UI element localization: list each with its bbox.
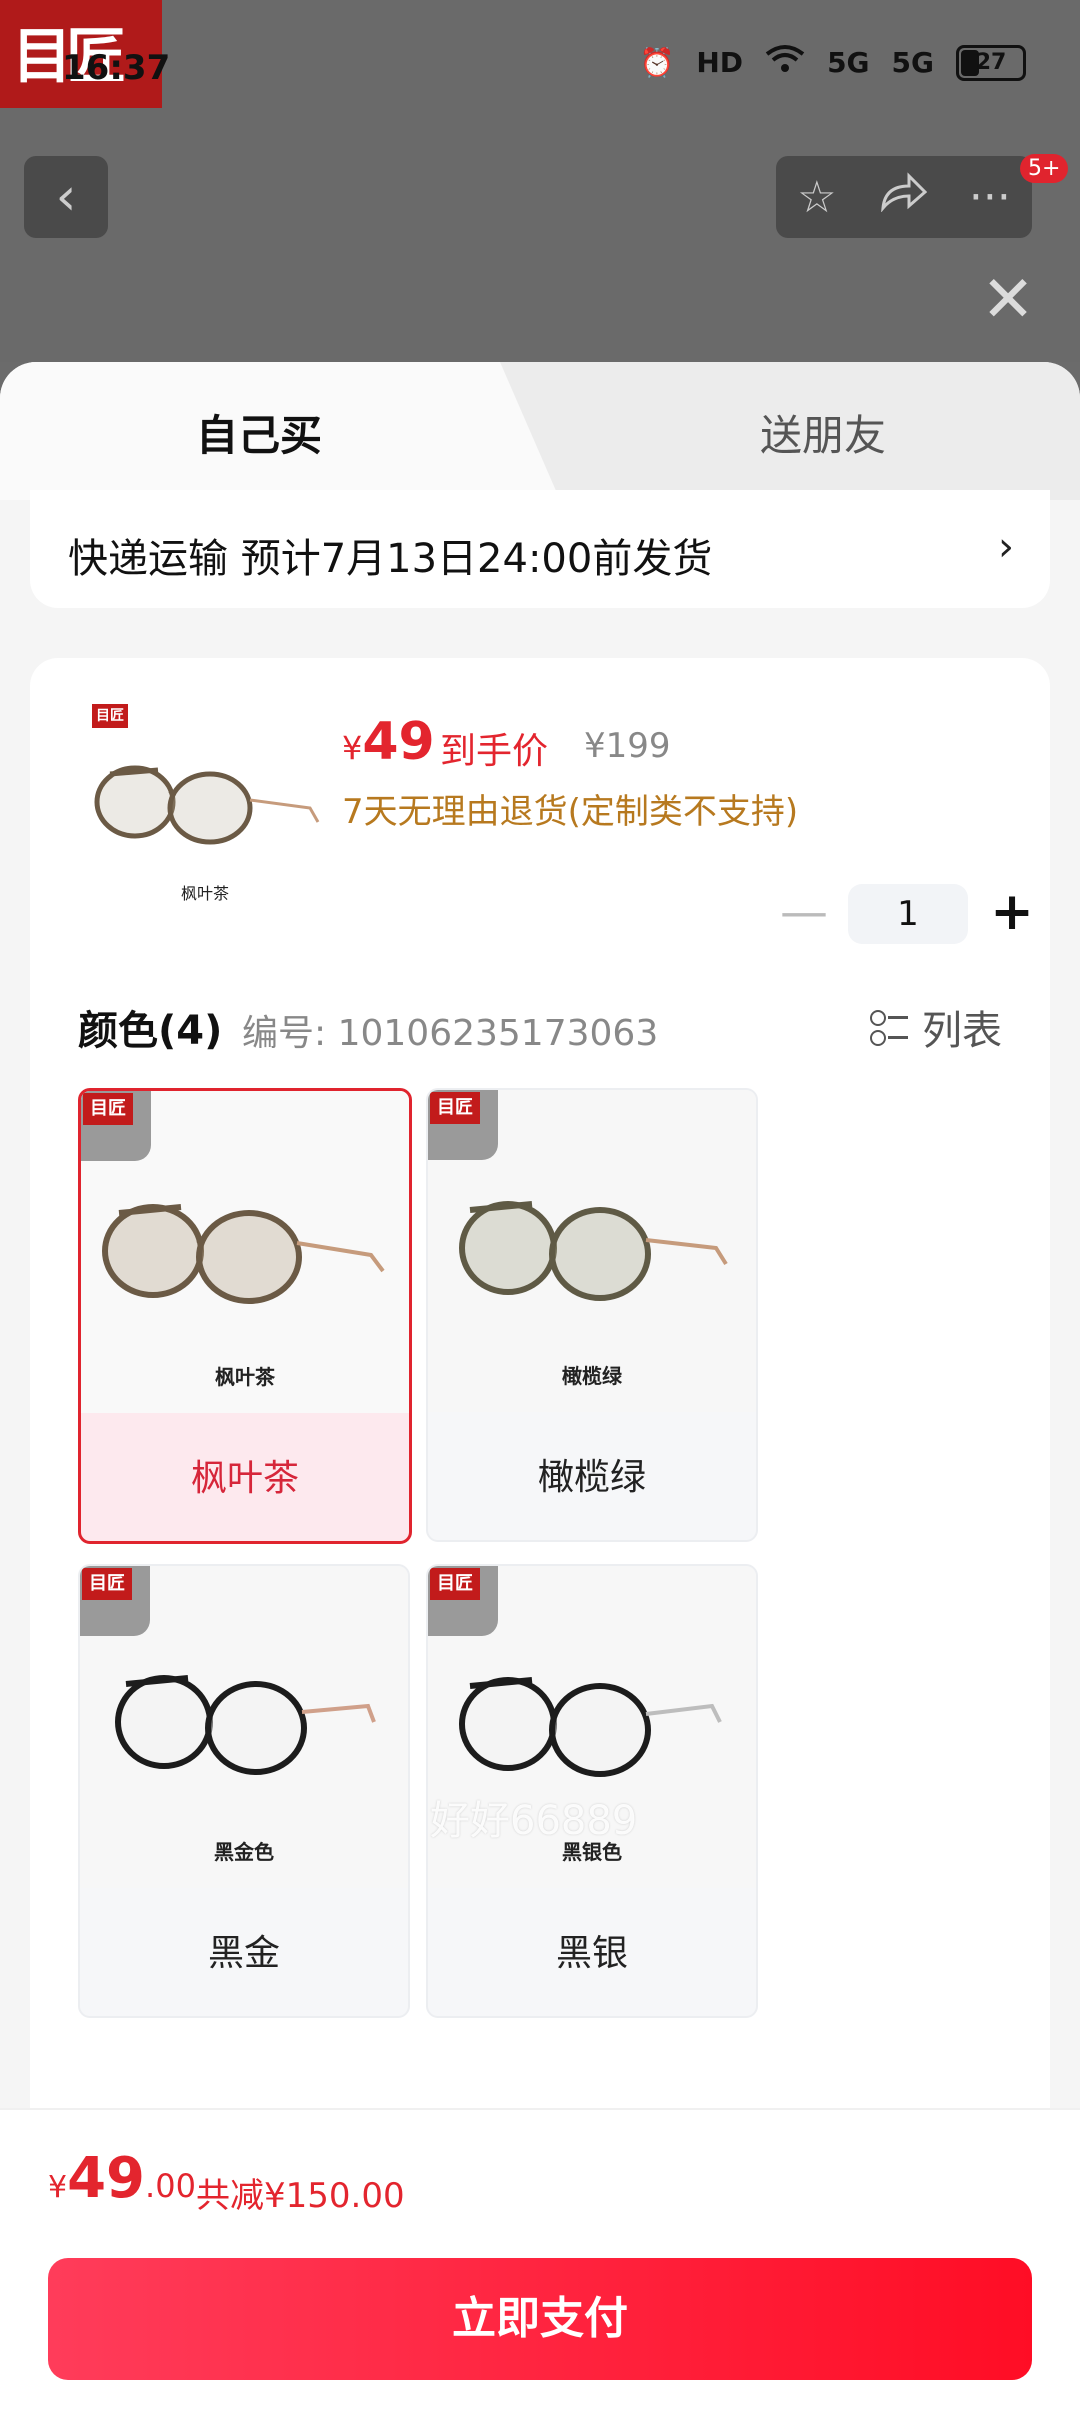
- alarm-icon: ⏰: [639, 46, 675, 79]
- color-option-name: 黑金: [207, 1933, 280, 1974]
- color-option-caption: 橄榄绿: [562, 1364, 622, 1388]
- color-option-maple-tea[interactable]: 目匠 枫叶茶 枫叶茶: [78, 1088, 412, 1544]
- quantity-stepper: — 1 +: [774, 884, 1042, 944]
- list-view-label: 列表: [922, 1008, 1002, 1054]
- notification-badge: 5+: [1020, 154, 1069, 183]
- price-value: 49: [362, 712, 435, 772]
- list-icon: [870, 1008, 908, 1046]
- color-option-olive-green[interactable]: 目匠 橄榄绿 橄榄绿: [426, 1088, 758, 1542]
- status-icons: ⏰ HD 5G 5G 27: [639, 44, 1026, 81]
- price: ¥49: [342, 712, 435, 772]
- shipping-row[interactable]: 快递运输 预计7月13日24:00前发货 ›: [30, 490, 1050, 608]
- signal-5g-icon: 5G: [827, 46, 870, 79]
- battery-icon: 27: [956, 44, 1026, 81]
- purchase-tabs: 自己买 送朋友: [0, 362, 1080, 500]
- brand-logo-badge: 目匠: [428, 1566, 498, 1636]
- tab-buy-self[interactable]: 自己买: [196, 402, 322, 463]
- more-icon[interactable]: ···: [969, 172, 1011, 223]
- brand-logo-small: 目匠: [92, 704, 128, 728]
- list-view-button[interactable]: 列表: [870, 998, 1002, 1056]
- increase-button[interactable]: +: [982, 884, 1042, 944]
- price-currency: ¥: [342, 729, 363, 767]
- shipping-text: 快递运输 预计7月13日24:00前发货: [68, 536, 713, 582]
- wifi-icon: [765, 44, 805, 81]
- bottom-pay-bar: ¥49.00 共减¥150.00 立即支付: [0, 2108, 1080, 2412]
- decrease-button[interactable]: —: [774, 884, 834, 944]
- brand-logo-badge: 目匠: [80, 1566, 150, 1636]
- color-option-black-gold[interactable]: 目匠 黑金色 黑金: [78, 1564, 410, 2018]
- color-option-name: 黑银: [555, 1933, 628, 1974]
- total-price: ¥49.00: [48, 2146, 196, 2211]
- signal-5g-icon-2: 5G: [891, 46, 934, 79]
- purchase-sheet: 自己买 送朋友 快递运输 预计7月13日24:00前发货 › 目匠 枫叶茶 ¥4…: [0, 362, 1080, 2412]
- total-currency: ¥: [48, 2170, 68, 2205]
- brand-logo-badge: 目匠: [428, 1090, 498, 1160]
- share-icon[interactable]: [879, 171, 927, 223]
- nav-action-group: ☆ ···: [776, 156, 1032, 238]
- refund-policy: 7天无理由退货(定制类不支持): [342, 792, 799, 832]
- pay-now-button[interactable]: 立即支付: [48, 2258, 1032, 2380]
- chevron-right-icon: ›: [998, 524, 1014, 570]
- chevron-left-icon: ‹: [55, 167, 77, 227]
- brand-logo-badge: 目匠: [81, 1091, 151, 1161]
- total-dec: .00: [145, 2167, 196, 2205]
- color-option-name: 枫叶茶: [190, 1458, 299, 1499]
- thumbnail-caption: 枫叶茶: [180, 884, 229, 903]
- hd-icon: HD: [696, 46, 744, 79]
- product-card: 目匠 枫叶茶 ¥49 到手价 ¥199 7天无理由退货(定制类不支持) — 1 …: [30, 658, 1050, 2258]
- color-option-caption: 枫叶茶: [215, 1365, 275, 1389]
- color-option-name: 橄榄绿: [537, 1457, 646, 1498]
- battery-level: 27: [975, 50, 1007, 75]
- status-time: 16:37: [62, 48, 171, 88]
- close-icon[interactable]: ✕: [978, 268, 1038, 332]
- quantity-value[interactable]: 1: [848, 884, 968, 944]
- price-tag: 到手价: [440, 731, 549, 772]
- tab-send-friend[interactable]: 送朋友: [760, 402, 886, 463]
- color-section-title: 颜色(4): [78, 1008, 223, 1054]
- total-int: 49: [67, 2146, 146, 2211]
- discount-text: 共减¥150.00: [196, 2176, 405, 2216]
- back-button[interactable]: ‹: [24, 156, 108, 238]
- color-option-caption: 黑金色: [214, 1840, 274, 1864]
- star-icon[interactable]: ☆: [797, 172, 836, 223]
- product-code: 编号: 10106235173063: [242, 1013, 659, 1054]
- watermark: 好好66889: [430, 1798, 638, 1844]
- original-price: ¥199: [584, 726, 671, 766]
- product-thumbnail[interactable]: 目匠 枫叶茶: [80, 698, 330, 908]
